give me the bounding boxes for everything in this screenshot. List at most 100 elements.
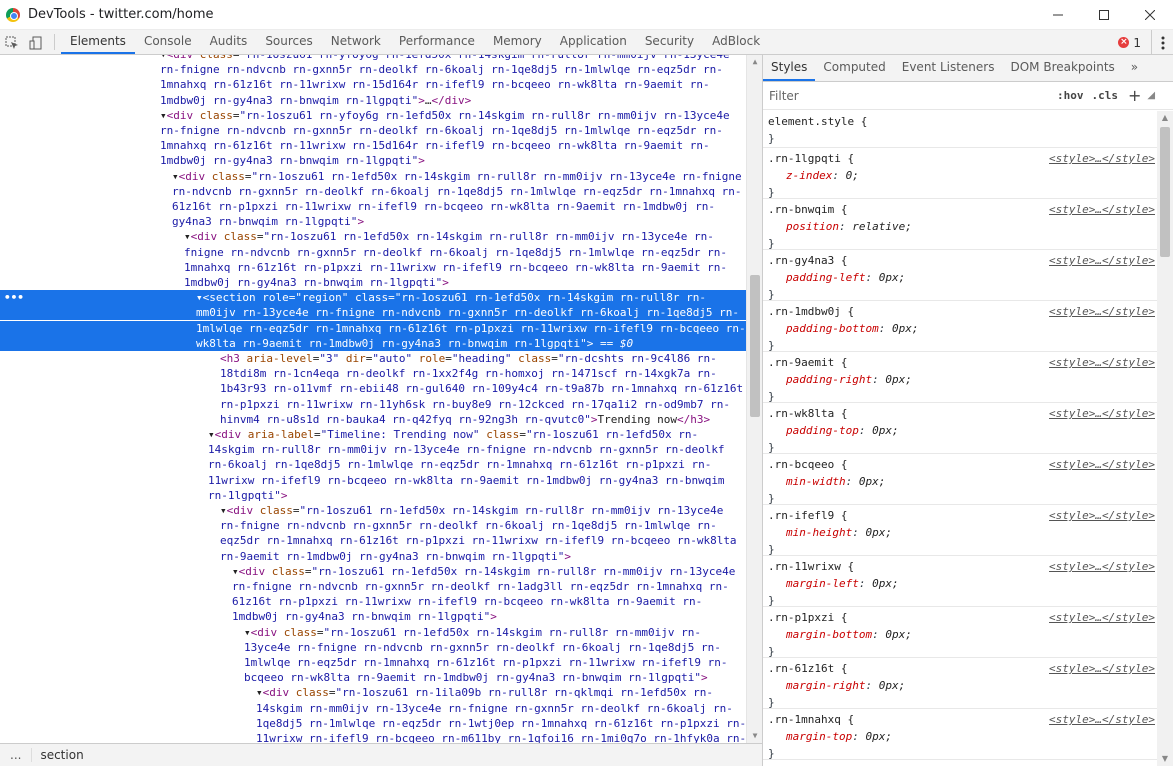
dom-node-line[interactable]: ▾<div class="rn-1oszu61 rn-1efd50x rn-14… xyxy=(0,229,746,244)
dom-node-line[interactable]: ▾<div class="rn-1oszu61 rn-1efd50x rn-14… xyxy=(0,169,746,184)
dom-node-line[interactable]: ▾<div class="rn-1oszu61 rn-yfoy6g rn-1ef… xyxy=(0,55,746,62)
dom-node-line[interactable]: ▾<div class="rn-1oszu61 rn-1ila09b rn-ru… xyxy=(0,685,746,700)
class-toggle[interactable]: .cls xyxy=(1092,89,1119,102)
dom-node-line[interactable]: ▾<div class="rn-1oszu61 rn-1efd50x rn-14… xyxy=(0,564,746,579)
property-value[interactable]: 0px; xyxy=(879,271,906,284)
tab-audits[interactable]: Audits xyxy=(201,30,257,54)
rule-source-link[interactable]: <style>…</style> xyxy=(1049,711,1155,728)
dom-node-line[interactable]: ▾<div aria-label="Timeline: Trending now… xyxy=(0,427,746,442)
tab-performance[interactable]: Performance xyxy=(390,30,484,54)
style-rule[interactable]: .rn-p1pxzi {<style>…</style> margin-botto… xyxy=(763,607,1157,658)
styles-scroll-up-icon[interactable]: ▲ xyxy=(1160,113,1170,123)
dom-node-line[interactable]: 1b43r93 rn-o11vmf rn-ebii48 rn-gul640 rn… xyxy=(0,381,746,396)
style-property[interactable]: z-index: 0; xyxy=(768,167,1153,184)
dom-node-line[interactable]: ▾<div class="rn-1oszu61 rn-1efd50x rn-14… xyxy=(0,503,746,518)
sidebar-tab-dom-breakpoints[interactable]: DOM Breakpoints xyxy=(1002,55,1122,81)
dom-node-line[interactable]: rn-6koalj rn-1qe8dj5 rn-1mlwlqe rn-eqz5d… xyxy=(0,457,746,472)
tab-console[interactable]: Console xyxy=(135,30,201,54)
device-toolbar-button[interactable] xyxy=(24,30,48,55)
property-value[interactable]: 0px; xyxy=(885,628,912,641)
close-button[interactable] xyxy=(1127,0,1173,30)
style-rule[interactable]: .rn-11wrixw {<style>…</style> margin-left… xyxy=(763,556,1157,607)
rule-source-link[interactable]: <style>…</style> xyxy=(1049,507,1155,524)
property-value[interactable]: relative; xyxy=(852,220,912,233)
dom-node-line[interactable]: rn-fnigne rn-ndvcnb rn-gxnn5r rn-deolkf … xyxy=(0,579,746,594)
rule-source-link[interactable]: <style>…</style> xyxy=(1049,150,1155,167)
rule-selector[interactable]: element.style { xyxy=(768,113,1153,130)
dom-node-line[interactable]: 1mnahxq rn-61z16t rn-11wrixw rn-15d164r … xyxy=(0,77,746,92)
property-name[interactable]: z-index xyxy=(786,169,832,182)
dom-node-line[interactable]: 1mlwlqe rn-eqz5dr rn-1mnahxq rn-61z16t r… xyxy=(0,655,746,670)
rule-menu-icon[interactable]: ◢ xyxy=(1147,90,1155,101)
dom-node-line[interactable]: 11wrixw rn-ifefl9 rn-bcqeeo rn-m611by rn… xyxy=(0,731,746,743)
selected-node-line[interactable]: 1mlwlqe rn-eqz5dr rn-1mnahxq rn-61z16t r… xyxy=(0,321,746,336)
property-value[interactable]: 0px; xyxy=(872,424,899,437)
rule-source-link[interactable]: <style>…</style> xyxy=(1049,456,1155,473)
dom-node-line[interactable]: 14skgim rn-mm0ijv rn-13yce4e rn-fnigne r… xyxy=(0,701,746,716)
customize-menu-button[interactable] xyxy=(1151,30,1173,55)
property-value[interactable]: 0; xyxy=(846,169,859,182)
property-name[interactable]: margin-left xyxy=(786,577,859,590)
tab-application[interactable]: Application xyxy=(551,30,636,54)
dom-node-line[interactable]: rn-p1pxzi rn-11wrixw rn-11yh6sk rn-buy8e… xyxy=(0,397,746,412)
node-actions-icon[interactable]: ••• xyxy=(4,290,24,305)
rule-source-link[interactable]: <style>…</style> xyxy=(1049,201,1155,218)
rule-source-link[interactable]: <style>…</style> xyxy=(1049,405,1155,422)
style-rule[interactable]: .rn-1mdbw0j {<style>…</style> padding-bot… xyxy=(763,301,1157,352)
property-value[interactable]: 0px; xyxy=(879,679,906,692)
inspect-element-button[interactable] xyxy=(0,30,24,55)
breadcrumb-ellipsis[interactable]: ... xyxy=(0,748,31,762)
dom-node-line[interactable]: <h3 aria-level="3" dir="auto" role="head… xyxy=(0,351,746,366)
style-property[interactable]: padding-right: 0px; xyxy=(768,371,1153,388)
sidebar-tab-styles[interactable]: Styles xyxy=(763,55,816,81)
property-name[interactable]: padding-left xyxy=(786,271,865,284)
dom-node-line[interactable]: 1qe8dj5 rn-1mlwlqe rn-eqz5dr rn-1wtj0ep … xyxy=(0,716,746,731)
property-value[interactable]: 0px; xyxy=(892,322,919,335)
dom-node-line[interactable]: 14skgim rn-rull8r rn-mm0ijv rn-13yce4e r… xyxy=(0,442,746,457)
dom-node-line[interactable]: ▾<div class="rn-1oszu61 rn-1efd50x rn-14… xyxy=(0,625,746,640)
style-property[interactable]: padding-bottom: 0px; xyxy=(768,320,1153,337)
dom-node-line[interactable]: rn-fnigne rn-ndvcnb rn-gxnn5r rn-deolkf … xyxy=(0,123,746,138)
rule-source-link[interactable]: <style>…</style> xyxy=(1049,303,1155,320)
dom-node-line[interactable]: 1mdbw0j rn-gy4na3 rn-bnwqim rn-1lgpqti"> xyxy=(0,153,746,168)
elements-scrollbar[interactable]: ▲ ▼ xyxy=(746,55,762,743)
style-rule[interactable]: .rn-61z16t {<style>…</style> margin-right… xyxy=(763,658,1157,709)
property-name[interactable]: min-width xyxy=(786,475,846,488)
style-rule[interactable]: .rn-1mnahxq {<style>…</style> margin-top:… xyxy=(763,709,1157,760)
more-tabs-button[interactable]: » xyxy=(1123,55,1146,81)
property-name[interactable]: position xyxy=(786,220,839,233)
styles-scrollbar[interactable]: ▲ ▼ xyxy=(1157,111,1173,766)
property-name[interactable]: margin-top xyxy=(786,730,852,743)
tab-sources[interactable]: Sources xyxy=(256,30,321,54)
property-value[interactable]: 0px; xyxy=(859,475,886,488)
property-value[interactable]: 0px; xyxy=(865,730,892,743)
rule-source-link[interactable]: <style>…</style> xyxy=(1049,558,1155,575)
property-value[interactable]: 0px; xyxy=(865,526,892,539)
dom-node-line[interactable]: rn-fnigne rn-ndvcnb rn-gxnn5r rn-deolkf … xyxy=(0,518,746,533)
style-property[interactable]: min-width: 0px; xyxy=(768,473,1153,490)
selected-node-line[interactable]: ▾<section role="region" class="rn-1oszu6… xyxy=(0,290,746,305)
dom-node-line[interactable]: rn-fnigne rn-ndvcnb rn-gxnn5r rn-deolkf … xyxy=(0,62,746,77)
style-property[interactable]: min-height: 0px; xyxy=(768,524,1153,541)
dom-node-line[interactable]: 61z16t rn-p1pxzi rn-11wrixw rn-ifefl9 rn… xyxy=(0,594,746,609)
scroll-down-icon[interactable]: ▼ xyxy=(750,731,760,741)
dom-node-line[interactable]: 1mdbw0j rn-gy4na3 rn-bnwqim rn-1lgpqti">… xyxy=(0,93,746,108)
sidebar-tab-event-listeners[interactable]: Event Listeners xyxy=(894,55,1003,81)
minimize-button[interactable] xyxy=(1035,0,1081,30)
styles-scroll-down-icon[interactable]: ▼ xyxy=(1160,754,1170,764)
property-name[interactable]: padding-bottom xyxy=(786,322,879,335)
dom-node-line[interactable]: 11wrixw rn-ifefl9 rn-bcqeeo rn-wk8lta rn… xyxy=(0,473,746,488)
new-style-rule-button[interactable]: + xyxy=(1128,86,1141,105)
style-rule[interactable]: .rn-ifefl9 {<style>…</style> min-height: … xyxy=(763,505,1157,556)
style-property[interactable]: margin-right: 0px; xyxy=(768,677,1153,694)
elements-tree[interactable]: ▾<div class="rn-1oszu61 rn-yfoy6g rn-1ef… xyxy=(0,55,762,743)
dom-node-line[interactable]: fnigne rn-ndvcnb rn-gxnn5r rn-deolkf rn-… xyxy=(0,245,746,260)
property-name[interactable]: min-height xyxy=(786,526,852,539)
dom-node-line[interactable]: 13yce4e rn-fnigne rn-ndvcnb rn-gxnn5r rn… xyxy=(0,640,746,655)
dom-node-line[interactable]: hinvm4 rn-u8s1d rn-bauka4 rn-q42fyq rn-9… xyxy=(0,412,746,427)
dom-node-line[interactable]: 1mdbw0j rn-gy4na3 rn-bnwqim rn-1lgpqti"> xyxy=(0,275,746,290)
style-rule[interactable]: .rn-bnwqim {<style>…</style> position: re… xyxy=(763,199,1157,250)
rule-source-link[interactable]: <style>…</style> xyxy=(1049,609,1155,626)
dom-node-line[interactable]: 1mnahxq rn-61z16t rn-p1pxzi rn-11wrixw r… xyxy=(0,260,746,275)
hover-state-toggle[interactable]: :hov xyxy=(1057,89,1084,102)
